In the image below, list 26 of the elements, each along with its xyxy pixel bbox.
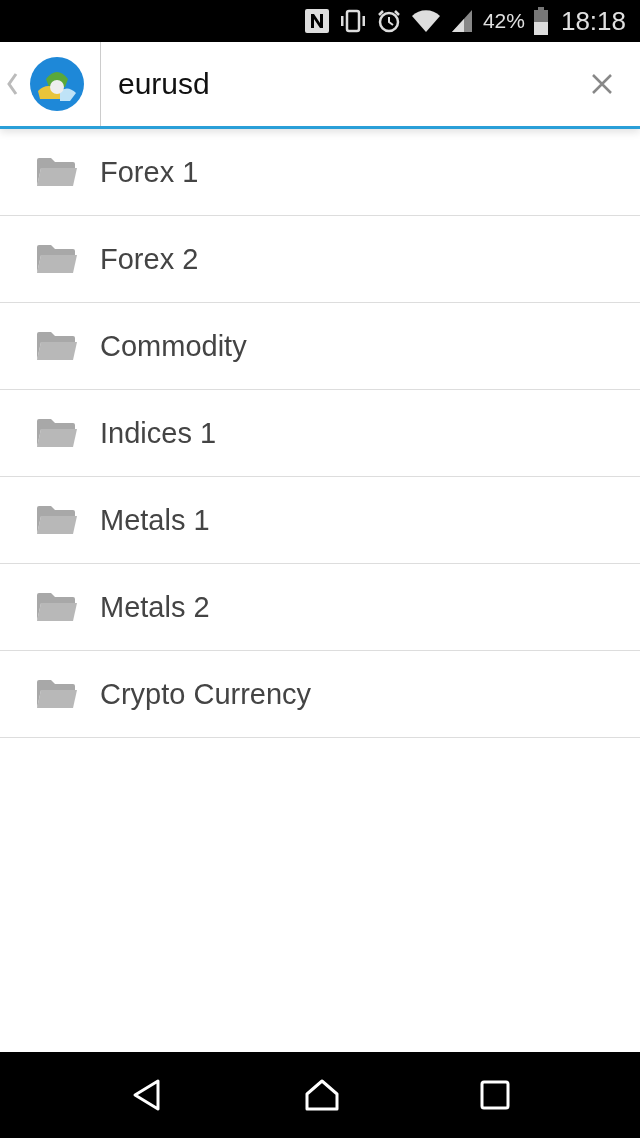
folder-item[interactable]: Indices 1 [0,390,640,477]
folder-icon [35,156,79,188]
home-icon[interactable] [303,1078,341,1112]
folder-item[interactable]: Metals 2 [0,564,640,651]
folder-item[interactable]: Crypto Currency [0,651,640,738]
folder-icon [35,417,79,449]
app-logo-icon[interactable] [30,57,84,111]
signal-icon [449,8,474,34]
folder-item[interactable]: Metals 1 [0,477,640,564]
folder-icon [35,243,79,275]
vibrate-icon [338,8,367,34]
battery-percentage: 42% [482,9,525,33]
folder-icon [35,591,79,623]
battery-icon [533,7,548,35]
folder-icon [35,678,79,710]
folder-item[interactable]: Forex 2 [0,216,640,303]
clock: 18:18 [560,5,626,37]
wifi-icon [410,8,441,34]
recent-apps-icon[interactable] [480,1080,511,1110]
folder-item[interactable]: Forex 1 [0,129,640,216]
folder-icon [35,504,79,536]
search-field[interactable]: eurusd [100,42,574,126]
close-icon[interactable] [590,72,614,96]
folder-item[interactable]: Commodity [0,303,640,390]
folder-icon [35,330,79,362]
nfc-icon [303,8,330,34]
